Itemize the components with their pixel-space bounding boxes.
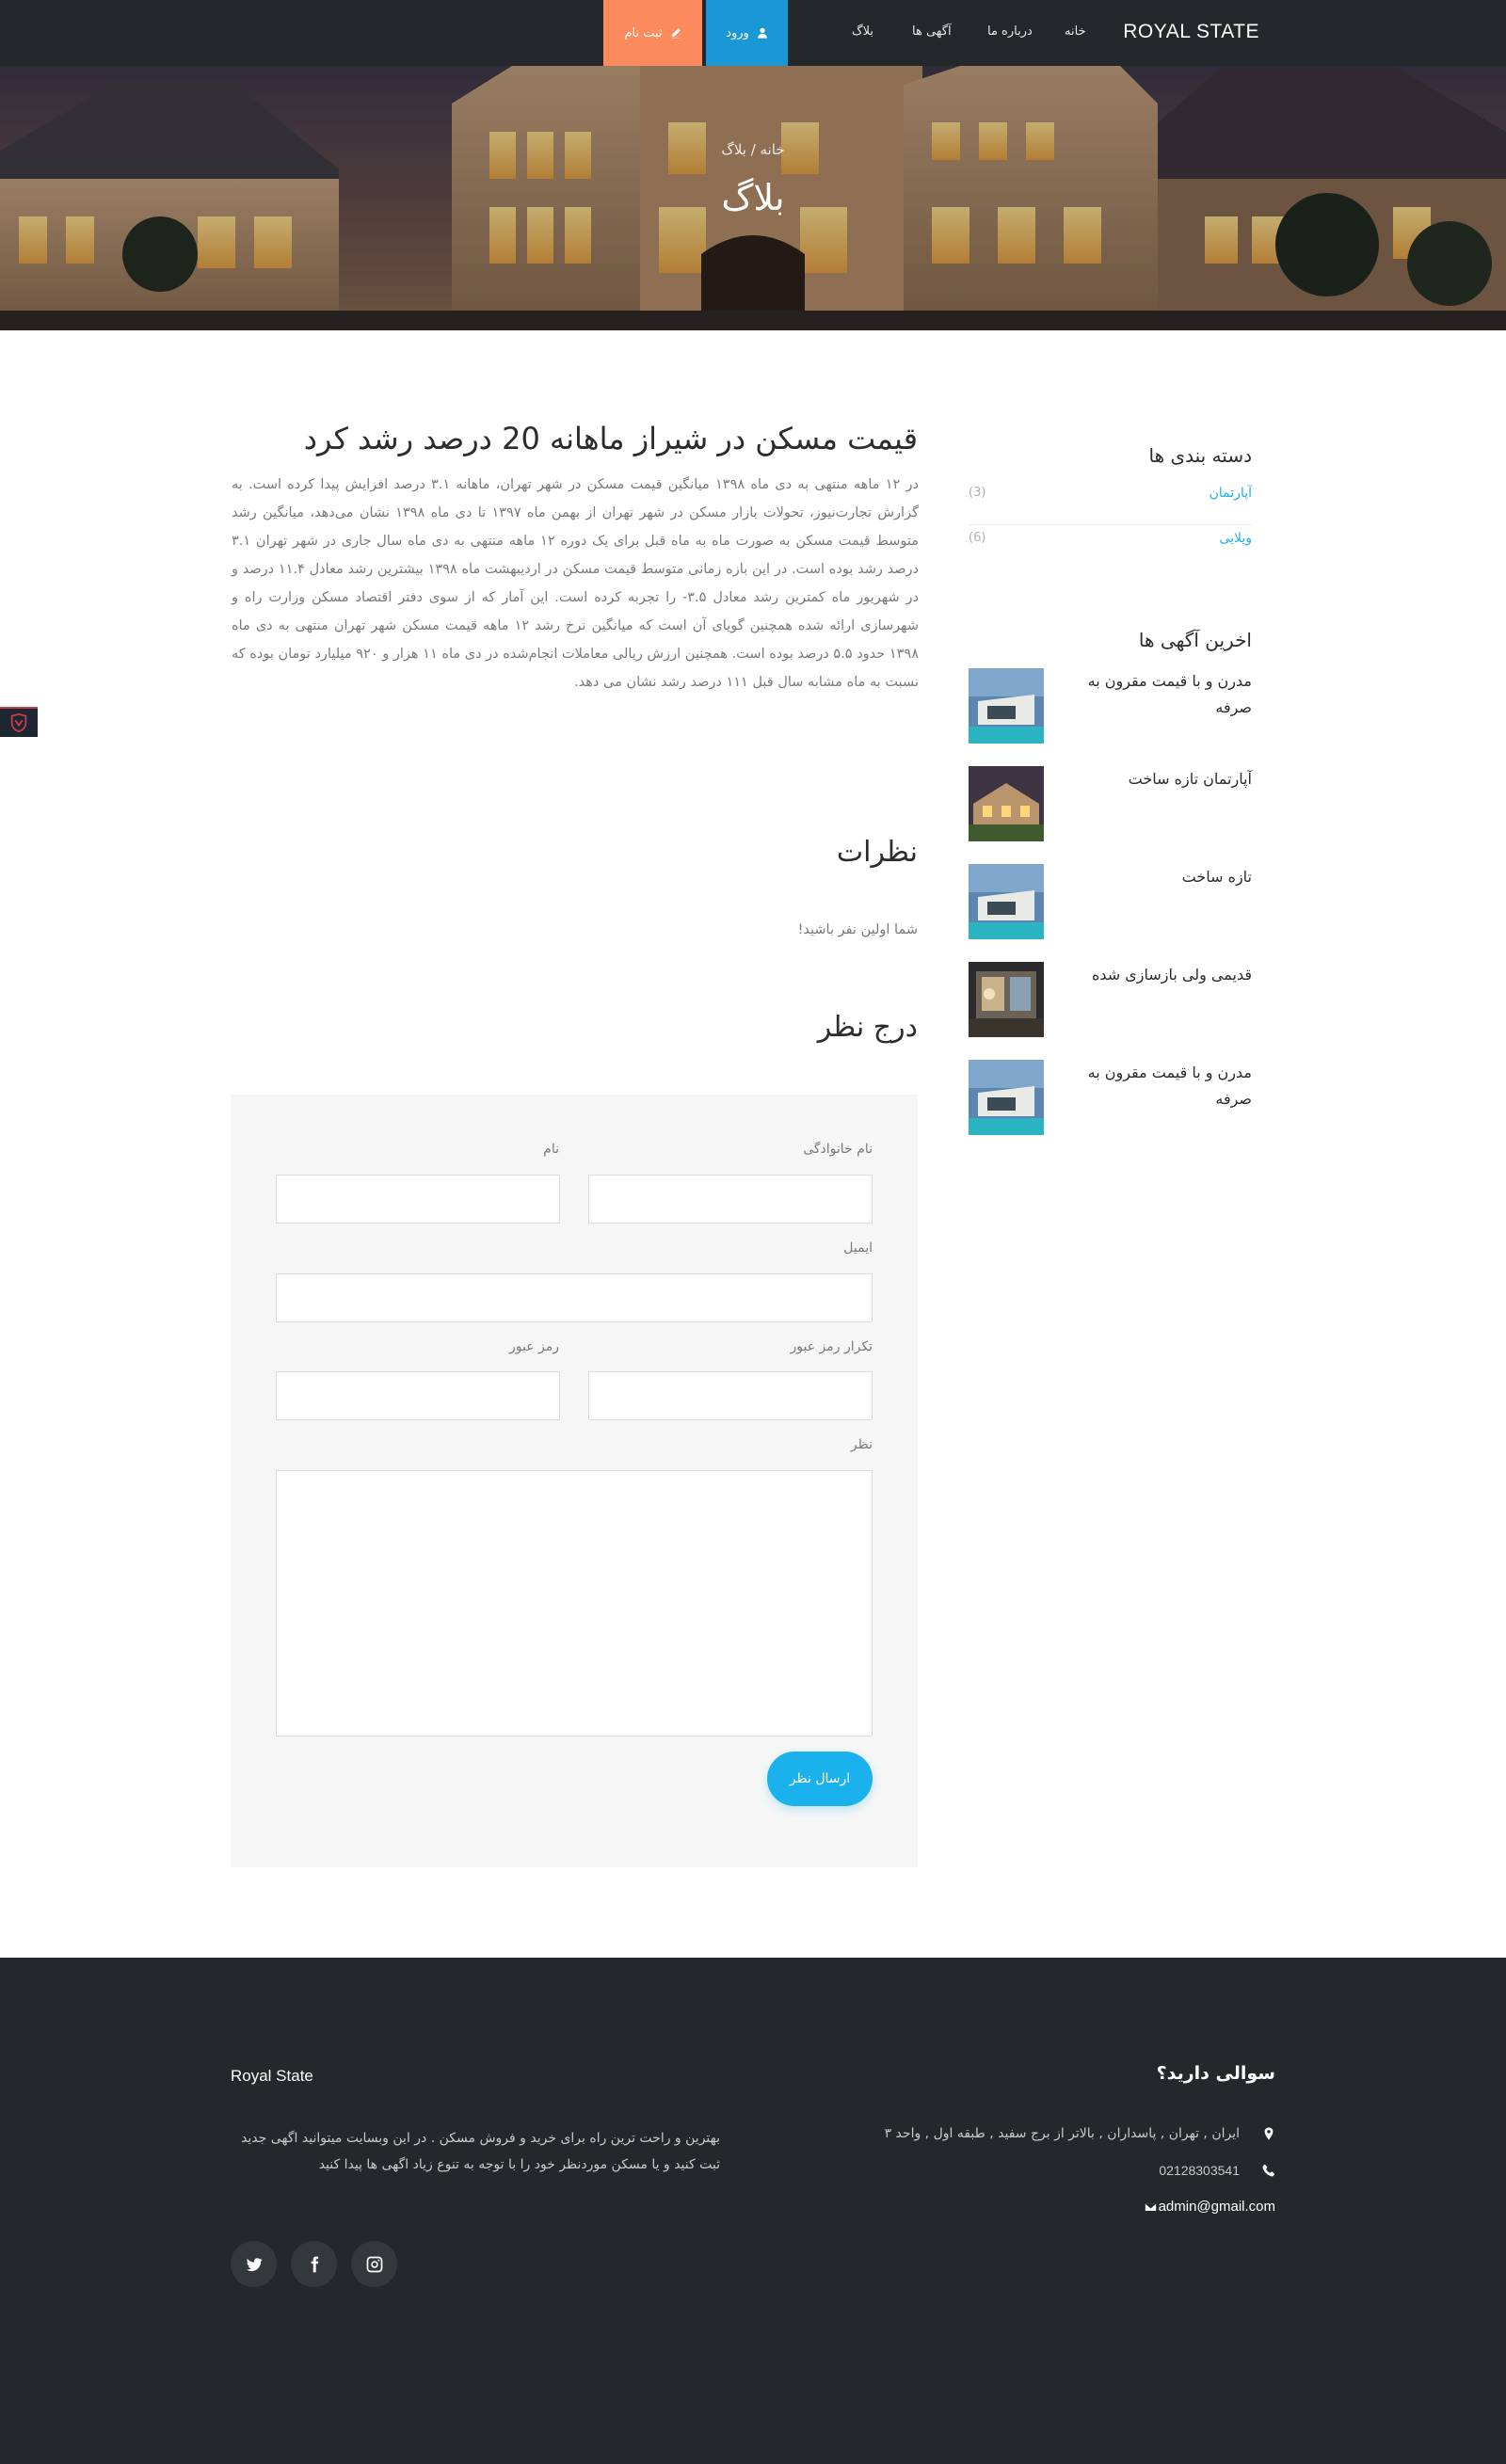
- instagram-icon: [366, 2256, 382, 2272]
- listing-title[interactable]: مدرن و با قیمت مقرون به صرفه: [1073, 1060, 1252, 1112]
- breadcrumb: خانه / بلاگ: [721, 141, 785, 158]
- first-name-input[interactable]: [276, 1175, 560, 1224]
- login-label: ورود: [726, 25, 749, 40]
- nav-item-listings[interactable]: آگهی ها: [912, 0, 952, 66]
- password-input[interactable]: [276, 1371, 560, 1420]
- password-label: رمز عبور: [508, 1339, 559, 1354]
- facebook-button[interactable]: [291, 2241, 337, 2287]
- listing-item[interactable]: آپارتمان تازه ساخت: [969, 766, 1252, 841]
- facebook-icon: [311, 2256, 318, 2272]
- footer-description: بهترین و راحت ترین راه برای خرید و فروش …: [241, 2131, 720, 2172]
- comment-textarea[interactable]: [276, 1470, 873, 1736]
- last-name-label: نام خانوادگی: [803, 1142, 873, 1157]
- brand-logo[interactable]: ROYAL STATE: [1123, 0, 1259, 66]
- listing-title[interactable]: آپارتمان تازه ساخت: [1073, 766, 1252, 792]
- comment-form-heading: درج نظر: [817, 1011, 918, 1044]
- first-name-label: نام: [543, 1142, 559, 1157]
- listing-item[interactable]: مدرن و با قیمت مقرون به صرفه: [969, 1060, 1252, 1135]
- comment-label: نظر: [850, 1437, 873, 1452]
- footer-address: ایران , تهران , پاسداران , بالاتر از برج…: [885, 2126, 1275, 2141]
- listing-title[interactable]: مدرن و با قیمت مقرون به صرفه: [1073, 668, 1252, 721]
- instagram-button[interactable]: [351, 2241, 397, 2287]
- password-confirm-label: تکرار رمز عبور: [790, 1339, 873, 1354]
- map-marker-icon: [1264, 2127, 1274, 2140]
- email-text[interactable]: admin@gmail.com: [1159, 2199, 1275, 2215]
- password-confirm-input[interactable]: [588, 1371, 873, 1420]
- login-button[interactable]: ورود: [706, 0, 788, 66]
- category-count: (3): [969, 486, 986, 500]
- footer-brand: Royal State: [231, 2067, 313, 2085]
- site-footer: [0, 1958, 1506, 2464]
- category-name[interactable]: ویلایی: [1219, 531, 1252, 546]
- listing-title[interactable]: قدیمی ولی بازسازی شده: [1073, 962, 1252, 988]
- listing-item[interactable]: مدرن و با قیمت مقرون به صرفه: [969, 668, 1252, 744]
- category-item[interactable]: ویلایی (6): [969, 525, 1252, 570]
- category-count: (6): [969, 531, 986, 545]
- email-label: ایمیل: [843, 1240, 873, 1256]
- floating-widget-badge[interactable]: [0, 707, 38, 737]
- address-text: ایران , تهران , پاسداران , بالاتر از برج…: [884, 2126, 1240, 2141]
- nav-item-about[interactable]: درباره ما: [987, 0, 1033, 66]
- user-icon: [757, 27, 767, 39]
- listing-thumbnail[interactable]: [969, 766, 1044, 841]
- categories-heading: دسته بندی ها: [1148, 444, 1252, 467]
- category-name[interactable]: آپارتمان: [1210, 486, 1252, 501]
- listing-item[interactable]: قدیمی ولی بازسازی شده: [969, 962, 1252, 1037]
- article-title: قیمت مسکن در شیراز ماهانه 20 درصد رشد کر…: [303, 421, 918, 456]
- hero-banner: خانه / بلاگ بلاگ: [0, 66, 1506, 330]
- category-item[interactable]: آپارتمان (3): [969, 480, 1252, 525]
- listing-thumbnail[interactable]: [969, 962, 1044, 1037]
- phone-icon: [1262, 2164, 1275, 2177]
- top-navbar: ROYAL STATE خانه درباره ما آگهی ها بلاگ …: [0, 0, 1506, 66]
- last-name-input[interactable]: [588, 1175, 873, 1224]
- envelope-icon: [1144, 2201, 1157, 2212]
- footer-email[interactable]: admin@gmail.com: [1143, 2199, 1275, 2215]
- nav-item-blog[interactable]: بلاگ: [852, 0, 873, 66]
- shield-icon: [10, 712, 27, 733]
- comments-empty-text: شما اولین نفر باشید!: [797, 922, 918, 937]
- page-title: بلاگ: [721, 177, 785, 218]
- twitter-button[interactable]: [231, 2241, 277, 2287]
- nav-item-home[interactable]: خانه: [1065, 0, 1086, 66]
- latest-listings-heading: اخرین آگهی ها: [1138, 629, 1252, 651]
- comments-heading: نظرات: [836, 836, 918, 869]
- phone-text[interactable]: 02128303541: [1159, 2163, 1240, 2178]
- twitter-icon: [246, 2257, 263, 2271]
- register-label: ثبت نام: [624, 25, 663, 40]
- email-input[interactable]: [276, 1273, 873, 1322]
- submit-comment-button[interactable]: ارسال نظر: [767, 1752, 873, 1806]
- listing-thumbnail[interactable]: [969, 1060, 1044, 1135]
- pencil-icon: [670, 28, 681, 39]
- article-body: در ۱۲ ماهه منتهی به دی ماه ۱۳۹۸ میانگین …: [232, 477, 919, 690]
- listing-thumbnail[interactable]: [969, 668, 1044, 744]
- listing-title[interactable]: تازه ساخت: [1073, 864, 1252, 890]
- listing-item[interactable]: تازه ساخت: [969, 864, 1252, 939]
- footer-phone[interactable]: 02128303541: [1159, 2163, 1275, 2178]
- footer-question-heading: سوالی دارید؟: [1156, 2063, 1275, 2084]
- register-button[interactable]: ثبت نام: [603, 0, 702, 66]
- listing-thumbnail[interactable]: [969, 864, 1044, 939]
